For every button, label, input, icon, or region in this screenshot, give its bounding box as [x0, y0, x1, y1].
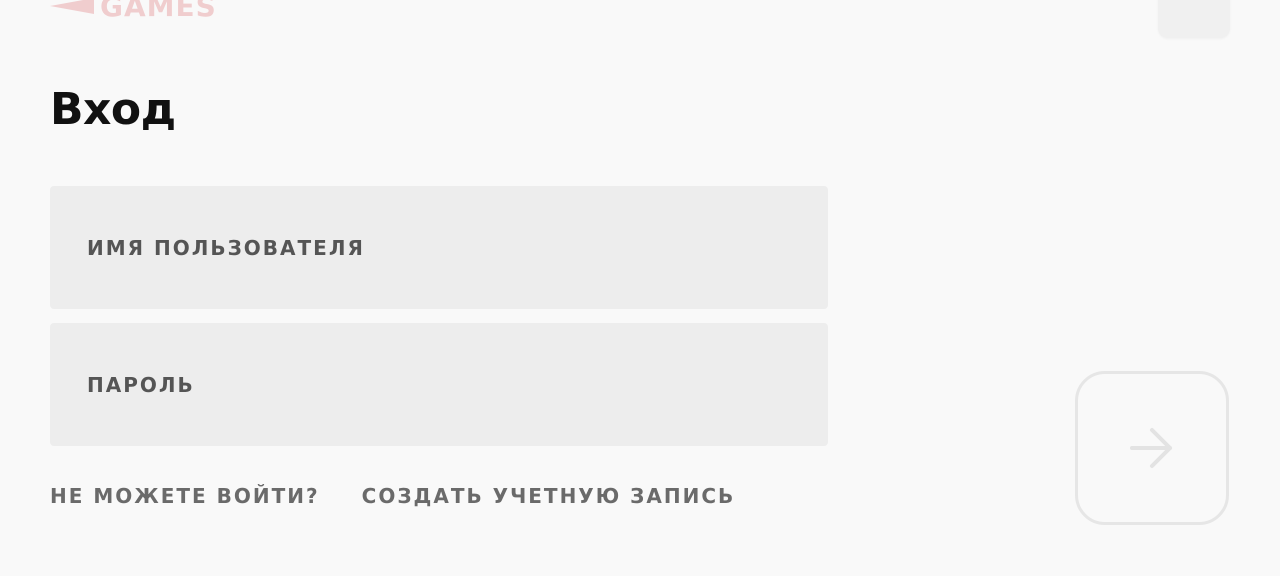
sign-in-button[interactable] [1075, 371, 1229, 525]
logo-text: GAMES [100, 0, 217, 23]
create-account-link[interactable]: СОЗДАТЬ УЧЕТНУЮ ЗАПИСЬ [362, 484, 736, 508]
logo-mark-icon [50, 0, 94, 14]
username-input[interactable] [50, 186, 828, 309]
password-field[interactable]: ПАРОЛЬ [50, 323, 828, 446]
page-title: Вход [50, 84, 176, 135]
login-page: GAMES Вход ИМЯ ПОЛЬЗОВАТЕЛЯ ПАРОЛЬ НЕ МО… [0, 0, 1280, 576]
username-field[interactable]: ИМЯ ПОЛЬЗОВАТЕЛЯ [50, 186, 828, 309]
cant-sign-in-link[interactable]: НЕ МОЖЕТЕ ВОЙТИ? [50, 484, 320, 508]
auth-links: НЕ МОЖЕТЕ ВОЙТИ? СОЗДАТЬ УЧЕТНУЮ ЗАПИСЬ [50, 484, 735, 508]
password-input[interactable] [50, 323, 828, 446]
arrow-right-icon [1130, 428, 1172, 468]
top-right-button[interactable] [1158, 0, 1230, 38]
brand-logo: GAMES [50, 0, 217, 26]
